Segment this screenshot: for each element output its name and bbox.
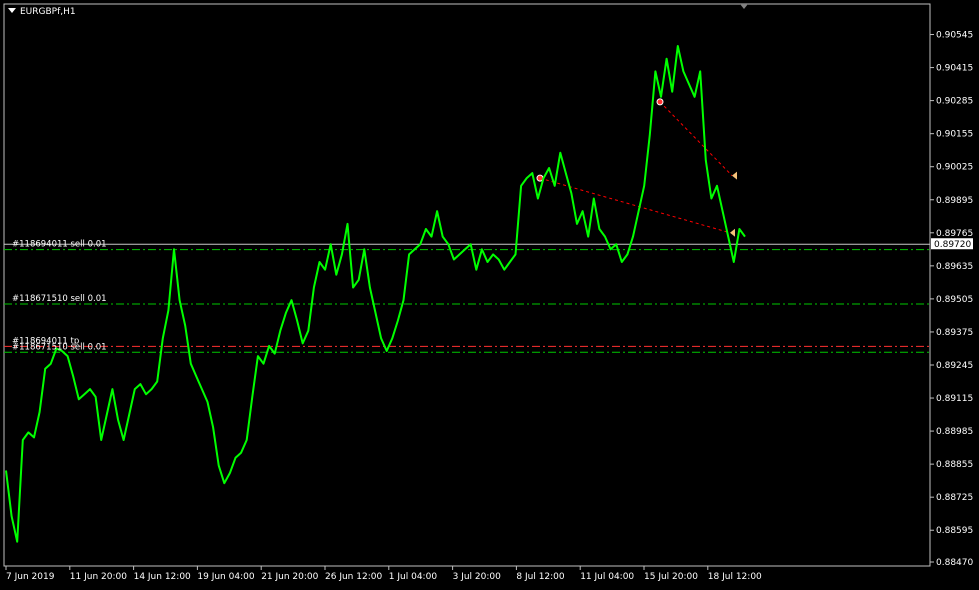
y-tick-label: 0.88985: [936, 427, 973, 437]
current-price-marker: 0.89720: [931, 238, 973, 250]
y-tick-label: 0.88855: [936, 460, 973, 470]
y-tick-label: 0.89245: [936, 361, 973, 371]
trade-open-marker-icon[interactable]: [656, 98, 664, 106]
y-tick-label: 0.90025: [936, 163, 973, 173]
y-tick-label: 0.88470: [936, 558, 973, 568]
x-tick-label: 11 Jul 04:00: [580, 572, 634, 582]
chart-background: [0, 0, 979, 586]
y-tick-label: 0.90415: [936, 64, 973, 74]
x-tick-label: 3 Jul 20:00: [453, 572, 502, 582]
x-tick-label: 8 Jul 12:00: [516, 572, 565, 582]
order-label: #118694011 sell 0.01: [12, 240, 107, 250]
y-tick-label: 0.88595: [936, 526, 973, 536]
y-tick-label: 0.89635: [936, 262, 973, 272]
y-tick-label: 0.89375: [936, 328, 973, 338]
chart-window[interactable]: EURGBPf,H1 #118694011 sell 0.01 #11867151…: [0, 0, 979, 586]
x-tick-label: 7 Jun 2019: [6, 572, 55, 582]
y-tick-label: 0.89505: [936, 295, 973, 305]
chart-title: EURGBPf,H1: [20, 7, 76, 17]
x-tick-label: 11 Jun 20:00: [70, 572, 127, 582]
x-tick-label: 15 Jul 20:00: [644, 572, 698, 582]
y-tick-label: 0.90155: [936, 130, 973, 140]
x-tick-label: 19 Jun 04:00: [197, 572, 254, 582]
order-label: #118671510 sell 0.01: [12, 294, 107, 304]
x-tick-label: 18 Jul 12:00: [708, 572, 762, 582]
price-chart[interactable]: EURGBPf,H1 #118694011 sell 0.01 #11867151…: [0, 0, 979, 586]
y-tick-label: 0.89115: [936, 394, 973, 404]
order-label: #118671510 sell 0.01: [12, 342, 107, 352]
current-price-label: 0.89720: [934, 240, 971, 250]
y-tick-label: 0.88725: [936, 493, 973, 503]
x-tick-label: 21 Jun 20:00: [261, 572, 318, 582]
y-tick-label: 0.89765: [936, 229, 973, 239]
y-tick-label: 0.90285: [936, 97, 973, 107]
x-tick-label: 14 Jun 12:00: [134, 572, 191, 582]
x-tick-label: 26 Jun 12:00: [325, 572, 382, 582]
y-tick-label: 0.89895: [936, 196, 973, 206]
y-tick-label: 0.90545: [936, 31, 973, 41]
x-tick-label: 1 Jul 04:00: [389, 572, 438, 582]
